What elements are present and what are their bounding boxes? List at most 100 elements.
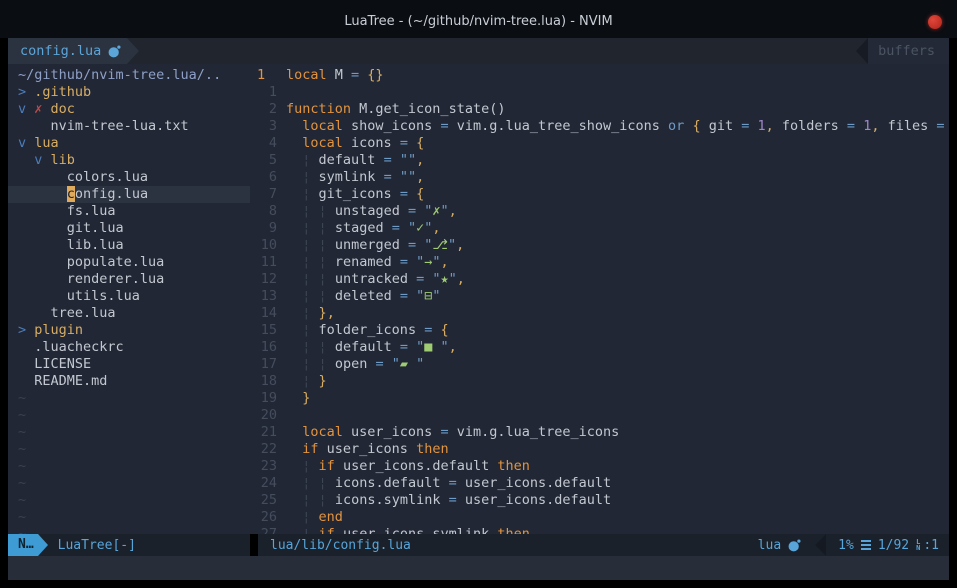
- statusline-file-path: lua/lib/config.lua: [270, 538, 411, 553]
- code-line[interactable]: 20: [250, 407, 949, 424]
- tree-row[interactable]: LICENSE: [8, 356, 250, 373]
- powerline-arrow-icon: [127, 38, 139, 64]
- close-button[interactable]: [928, 15, 942, 29]
- token-dir: lib: [42, 152, 75, 168]
- token-sq: ": [441, 203, 449, 219]
- code-line[interactable]: 1local M = {}: [250, 67, 949, 84]
- code-line[interactable]: 13 ¦ ¦ deleted = "⊟": [250, 288, 949, 305]
- code-line[interactable]: 19 }: [250, 390, 949, 407]
- code-line[interactable]: 26 ¦ end: [250, 509, 949, 526]
- code-line[interactable]: 25 ¦ ¦ icons.symlink = user_icons.defaul…: [250, 492, 949, 509]
- token-sp: [310, 305, 318, 321]
- tree-row[interactable]: v lib: [8, 152, 250, 169]
- token-dir: doc: [42, 101, 75, 117]
- empty-line-tilde: ~: [8, 492, 250, 509]
- token-sp: [286, 288, 302, 304]
- code-line[interactable]: 7 ¦ git_icons = {: [250, 186, 949, 203]
- code-line[interactable]: 14 ¦ },: [250, 305, 949, 322]
- tree-row[interactable]: nvim-tree-lua.txt: [8, 118, 250, 135]
- token-ch: >: [18, 84, 26, 100]
- tree-row[interactable]: populate.lua: [8, 254, 250, 271]
- relative-line-number: 22: [250, 441, 286, 458]
- command-line[interactable]: [8, 556, 949, 580]
- tree-row[interactable]: colors.lua: [8, 169, 250, 186]
- buffers-tab[interactable]: buffers: [868, 38, 949, 64]
- token-root: ~/github/nvim-tree.lua/..: [18, 67, 221, 83]
- code-line[interactable]: 8 ¦ ¦ unstaged = "✗",: [250, 203, 949, 220]
- tree-row[interactable]: config.lua: [8, 186, 250, 203]
- token-br: {}: [367, 67, 383, 83]
- code-line[interactable]: 23 ¦ if user_icons.default then: [250, 458, 949, 475]
- token-kw: if: [319, 458, 335, 474]
- token-file: LICENSE: [18, 356, 91, 372]
- token-file: renderer.lua: [18, 271, 164, 287]
- code-line[interactable]: 17 ¦ ¦ open = "▰ ": [250, 356, 949, 373]
- token-pu: ,: [456, 237, 464, 253]
- code-line[interactable]: 24 ¦ ¦ icons.default = user_icons.defaul…: [250, 475, 949, 492]
- token-sq: ": [449, 271, 457, 287]
- token-sq: ": [416, 356, 424, 372]
- tab-label: config.lua: [20, 43, 101, 59]
- code-line[interactable]: 15 ¦ folder_icons = {: [250, 322, 949, 339]
- code-line[interactable]: 3 local show_icons = vim.g.lua_tree_show…: [250, 118, 949, 135]
- token-sp: [286, 135, 302, 151]
- token-sq: ": [432, 288, 440, 304]
- tree-row[interactable]: README.md: [8, 373, 250, 390]
- token-x: ✗: [26, 101, 42, 117]
- titlebar[interactable]: LuaTree - (~/github/nvim-tree.lua) - NVI…: [0, 0, 957, 38]
- tree-row[interactable]: v ✗ doc: [8, 101, 250, 118]
- tab-config-lua[interactable]: config.lua: [8, 38, 127, 64]
- code-line[interactable]: 10 ¦ ¦ unmerged = "⎇",: [250, 237, 949, 254]
- tree-row[interactable]: ~/github/nvim-tree.lua/..: [8, 67, 250, 84]
- code-line[interactable]: 5 ¦ default = "",: [250, 152, 949, 169]
- code-line[interactable]: 21 local user_icons = vim.g.lua_tree_ico…: [250, 424, 949, 441]
- token-gd: ¦: [319, 271, 327, 287]
- token-sp: [286, 509, 302, 525]
- token-br: }: [319, 373, 327, 389]
- tree-row[interactable]: > .github: [8, 84, 250, 101]
- code-line[interactable]: 27 ¦ if user_icons.symlink then: [250, 526, 949, 534]
- token-op: =: [847, 118, 863, 134]
- code-line[interactable]: 1: [250, 84, 949, 101]
- code-line[interactable]: 16 ¦ ¦ default = "■ ",: [250, 339, 949, 356]
- token-op: =: [400, 288, 416, 304]
- relative-line-number: 20: [250, 407, 286, 424]
- empty-line-tilde: ~: [8, 424, 250, 441]
- token-sq: "": [400, 152, 416, 168]
- token-id: icons: [343, 135, 400, 151]
- tree-row[interactable]: renderer.lua: [8, 271, 250, 288]
- code-line[interactable]: 6 ¦ symlink = "",: [250, 169, 949, 186]
- empty-line-tilde: ~: [8, 526, 250, 534]
- token-sp: [286, 526, 302, 534]
- token-sp: [286, 237, 302, 253]
- tree-row[interactable]: fs.lua: [8, 203, 250, 220]
- tree-row[interactable]: > plugin: [8, 322, 250, 339]
- token-gd: ¦: [319, 339, 327, 355]
- tree-row[interactable]: .luacheckrc: [8, 339, 250, 356]
- code-line[interactable]: 12 ¦ ¦ untracked = "★",: [250, 271, 949, 288]
- token-pu: ,: [416, 169, 424, 185]
- code-line[interactable]: 18 ¦ }: [250, 373, 949, 390]
- code-line[interactable]: 4 local icons = {: [250, 135, 949, 152]
- code-line[interactable]: 11 ¦ ¦ renamed = "→",: [250, 254, 949, 271]
- token-sp: [310, 356, 318, 372]
- token-sp: [286, 475, 302, 491]
- code-pane[interactable]: 1local M = {}12function M.get_icon_state…: [250, 64, 949, 534]
- token-op: =: [408, 203, 424, 219]
- tree-row[interactable]: v lua: [8, 135, 250, 152]
- token-op: =: [449, 475, 465, 491]
- tabline: config.lua buffers: [8, 38, 949, 64]
- code-line[interactable]: 2function M.get_icon_state(): [250, 101, 949, 118]
- token-file: colors.lua: [18, 169, 148, 185]
- tree-row[interactable]: tree.lua: [8, 305, 250, 322]
- tree-row[interactable]: lib.lua: [8, 237, 250, 254]
- token-sq: ": [408, 220, 416, 236]
- file-tree-pane[interactable]: ~/github/nvim-tree.lua/..> .githubv ✗ do…: [8, 64, 250, 534]
- code-line[interactable]: 9 ¦ ¦ staged = "✓",: [250, 220, 949, 237]
- token-ch: >: [18, 322, 26, 338]
- relative-line-number: 4: [250, 135, 286, 152]
- tree-row[interactable]: git.lua: [8, 220, 250, 237]
- token-gd: ¦: [319, 356, 327, 372]
- tree-row[interactable]: utils.lua: [8, 288, 250, 305]
- code-line[interactable]: 22 if user_icons then: [250, 441, 949, 458]
